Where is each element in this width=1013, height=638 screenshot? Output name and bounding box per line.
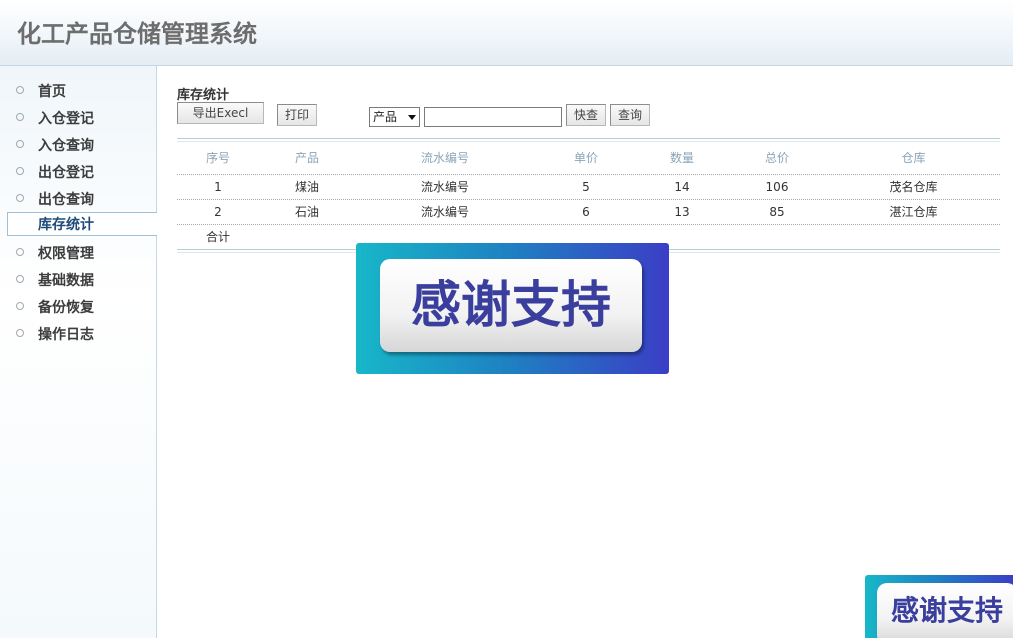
sidebar: 首页 入仓登记 入仓查询 出仓登记 出仓查询 库存统计 权限管理 基础数据 备份… xyxy=(0,66,157,638)
sidebar-item-stock-out-register[interactable]: 出仓登记 xyxy=(0,160,156,184)
table-cell: 流水编号 xyxy=(420,205,469,219)
query-button[interactable]: 查询 xyxy=(610,104,650,126)
table-cell: 5 xyxy=(582,180,590,194)
table-cell: 茂名仓库 xyxy=(889,180,938,194)
sidebar-item-label: 首页 xyxy=(38,84,66,100)
sidebar-item-label: 库存统计 xyxy=(38,217,94,233)
sidebar-item-stock-in-register[interactable]: 入仓登记 xyxy=(0,106,156,130)
table-row: 1 煤油 流水编号 5 14 106 茂名仓库 xyxy=(177,175,1000,200)
sidebar-item-operation-log[interactable]: 操作日志 xyxy=(0,322,156,346)
dropdown-arrow-icon xyxy=(408,115,416,120)
sidebar-item-label: 操作日志 xyxy=(38,327,94,343)
total-label: 合计 xyxy=(205,230,230,244)
column-header: 数量 xyxy=(669,151,694,165)
app-title: 化工产品仓储管理系统 xyxy=(17,20,257,48)
table-cell: 湛江仓库 xyxy=(889,205,938,219)
sidebar-item-label: 入仓查询 xyxy=(38,138,94,154)
export-excel-button[interactable]: 导出Execl xyxy=(177,102,264,124)
table-cell: 流水编号 xyxy=(420,180,469,194)
circle-bullet-icon xyxy=(16,140,24,148)
circle-bullet-icon xyxy=(16,113,24,121)
table-row: 2 石油 流水编号 6 13 85 湛江仓库 xyxy=(177,200,1000,225)
print-button[interactable]: 打印 xyxy=(277,104,317,126)
thanks-banner: 感谢支持 xyxy=(356,243,669,374)
banner-text: 感谢支持 xyxy=(890,594,1003,627)
circle-bullet-icon xyxy=(16,86,24,94)
table-cell: 1 xyxy=(214,180,222,194)
sidebar-item-stock-out-query[interactable]: 出仓查询 xyxy=(0,187,156,211)
thanks-banner-corner: 感谢支持 xyxy=(865,575,1013,638)
circle-bullet-icon xyxy=(16,329,24,337)
sidebar-item-label: 出仓查询 xyxy=(38,192,94,208)
sidebar-item-stock-in-query[interactable]: 入仓查询 xyxy=(0,133,156,157)
circle-bullet-icon xyxy=(16,248,24,256)
column-header: 单价 xyxy=(573,151,598,165)
banner-text: 感谢支持 xyxy=(411,276,611,334)
sidebar-item-inventory-stats[interactable]: 库存统计 xyxy=(7,212,157,236)
page-title: 库存统计 xyxy=(177,88,230,103)
quick-search-button[interactable]: 快查 xyxy=(566,104,606,126)
table-cell: 106 xyxy=(765,180,789,194)
sidebar-item-label: 出仓登记 xyxy=(38,165,94,181)
table-header-row: 序号 产品 流水编号 单价 数量 总价 仓库 xyxy=(177,142,1000,175)
column-header: 流水编号 xyxy=(420,151,469,165)
circle-bullet-icon xyxy=(16,302,24,310)
app-header: 化工产品仓储管理系统 xyxy=(0,0,1013,66)
sidebar-item-label: 备份恢复 xyxy=(38,300,94,316)
table-cell: 石油 xyxy=(294,205,319,219)
sidebar-item-label: 基础数据 xyxy=(38,273,94,289)
column-header: 序号 xyxy=(205,151,230,165)
banner-plate: 感谢支持 xyxy=(380,259,642,352)
table-cell: 煤油 xyxy=(294,180,319,194)
table-cell: 2 xyxy=(214,205,222,219)
circle-bullet-icon xyxy=(16,167,24,175)
column-header: 总价 xyxy=(764,151,789,165)
column-header: 仓库 xyxy=(901,151,926,165)
sidebar-item-base-data[interactable]: 基础数据 xyxy=(0,268,156,292)
table-cell: 85 xyxy=(769,205,785,219)
search-input[interactable] xyxy=(424,107,562,127)
sidebar-item-label: 权限管理 xyxy=(38,246,94,262)
sidebar-item-permissions[interactable]: 权限管理 xyxy=(0,241,156,265)
banner-plate: 感谢支持 xyxy=(877,583,1013,638)
filter-field-value: 产品 xyxy=(373,110,398,124)
sidebar-item-home[interactable]: 首页 xyxy=(0,79,156,103)
table-cell: 13 xyxy=(674,205,690,219)
table-cell: 6 xyxy=(582,205,590,219)
filter-field-select[interactable]: 产品 xyxy=(369,107,420,127)
circle-bullet-icon xyxy=(16,194,24,202)
inventory-table: 序号 产品 流水编号 单价 数量 总价 仓库 1 煤油 流水编号 5 14 10… xyxy=(177,138,1000,253)
sidebar-item-label: 入仓登记 xyxy=(38,111,94,127)
table-cell: 14 xyxy=(674,180,690,194)
circle-bullet-icon xyxy=(16,275,24,283)
column-header: 产品 xyxy=(294,151,319,165)
sidebar-item-backup-restore[interactable]: 备份恢复 xyxy=(0,295,156,319)
